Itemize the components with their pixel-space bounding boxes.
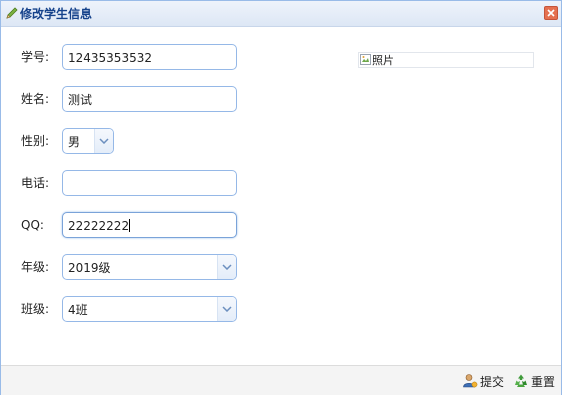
reset-label: 重置 (531, 375, 556, 389)
student-id-input[interactable]: 12435353532 (62, 44, 237, 70)
name-value: 测试 (68, 93, 93, 107)
class-select[interactable]: 4班 (62, 296, 237, 322)
phone-label: 电话: (21, 176, 50, 190)
name-input[interactable]: 测试 (62, 86, 237, 112)
dialog-titlebar: 修改学生信息 (1, 1, 561, 27)
broken-image-icon (360, 54, 372, 66)
grade-value: 2019级 (68, 261, 111, 275)
recycle-reset-icon (513, 373, 529, 389)
edit-pencil-icon (5, 6, 19, 20)
student-id-value: 12435353532 (68, 51, 152, 65)
text-cursor (129, 219, 131, 232)
phone-input[interactable] (62, 170, 237, 196)
close-button[interactable] (544, 6, 558, 20)
photo-alt-text: 照片 (372, 54, 394, 67)
close-icon (547, 9, 555, 17)
dialog-title: 修改学生信息 (20, 7, 93, 21)
chevron-down-icon (99, 138, 109, 144)
student-id-label: 学号: (21, 50, 50, 64)
grade-dropdown-button[interactable] (217, 255, 236, 279)
gender-select[interactable]: 男 (62, 128, 114, 154)
submit-label: 提交 (480, 375, 505, 389)
user-submit-icon (462, 373, 478, 389)
edit-student-dialog: 修改学生信息 学号: 12435353532 姓名: 测试 性别: 男 电话: … (0, 0, 562, 395)
chevron-down-icon (222, 264, 232, 270)
qq-value: 22222222 (68, 219, 130, 233)
chevron-down-icon (222, 306, 232, 312)
qq-value-wrap: 22222222 (68, 219, 131, 233)
qq-label: QQ: (21, 218, 44, 232)
grade-label: 年级: (21, 260, 50, 274)
dialog-footer: 提交 重置 (1, 365, 561, 395)
grade-select[interactable]: 2019级 (62, 254, 237, 280)
qq-input[interactable]: 22222222 (62, 212, 237, 238)
name-label: 姓名: (21, 92, 50, 106)
gender-value: 男 (68, 135, 81, 149)
gender-label: 性别: (21, 134, 50, 148)
student-photo: 照片 (358, 52, 534, 68)
gender-dropdown-button[interactable] (94, 129, 113, 153)
class-value: 4班 (68, 303, 88, 317)
class-dropdown-button[interactable] (217, 297, 236, 321)
class-label: 班级: (21, 302, 50, 316)
